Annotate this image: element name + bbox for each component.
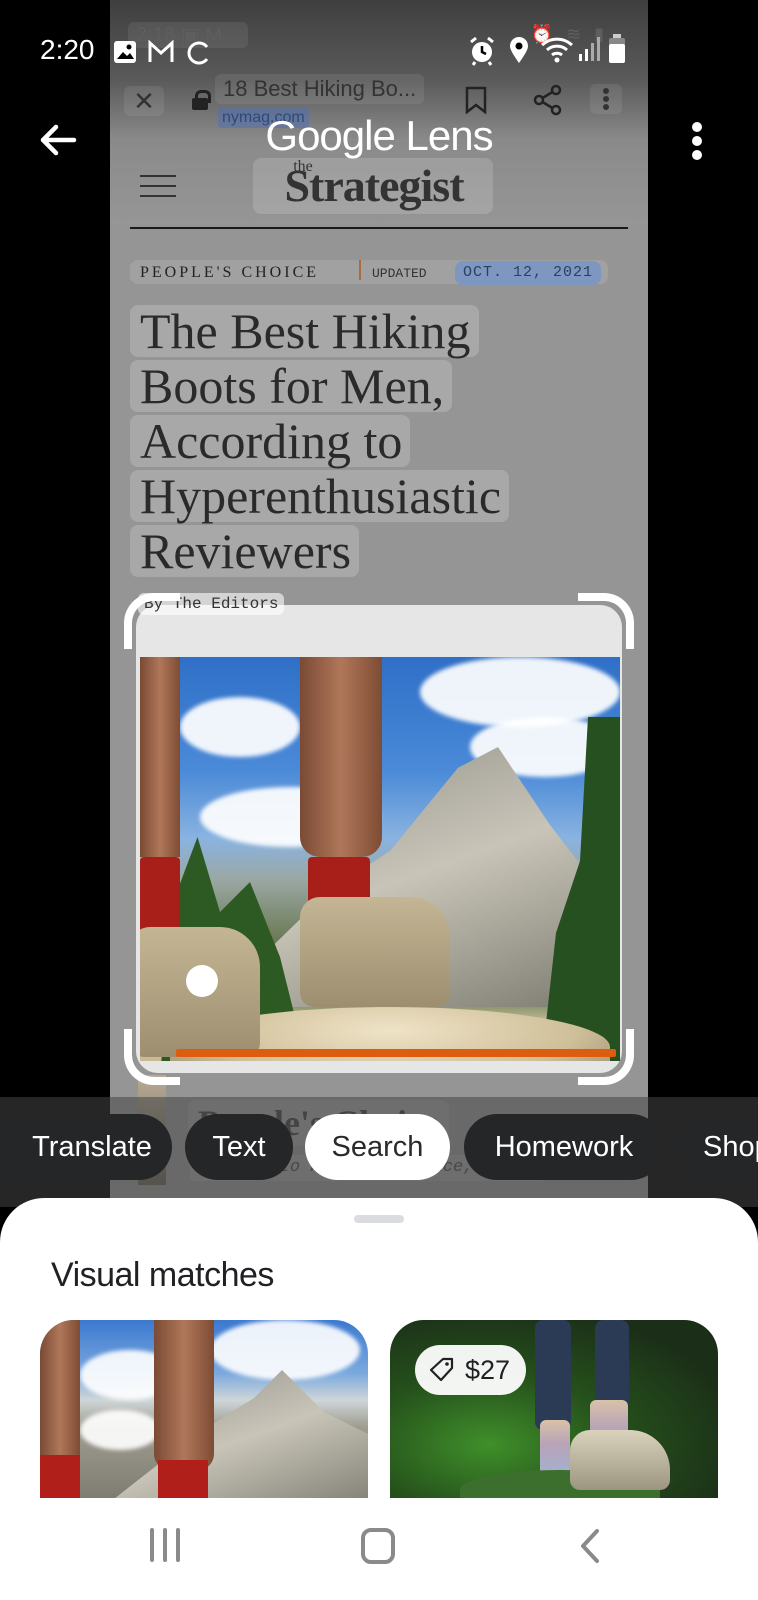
navigation-bar — [0, 1500, 758, 1600]
page-title: Google Lens — [265, 112, 493, 159]
captured-menu-icon[interactable] — [140, 175, 176, 197]
mode-chip-shopping[interactable]: Shopping — [677, 1114, 758, 1180]
mode-chip-homework[interactable]: Homework — [464, 1114, 664, 1180]
mode-chip-text[interactable]: Text — [185, 1114, 293, 1180]
home-icon[interactable] — [361, 1528, 395, 1564]
captured-lock-icon — [192, 90, 211, 110]
sheet-drag-handle[interactable] — [354, 1215, 404, 1223]
hero-photo-hiking-boots — [140, 657, 620, 1061]
captured-headline-line[interactable]: The Best Hiking — [130, 305, 479, 357]
mode-chip-search[interactable]: Search — [305, 1114, 450, 1180]
captured-updated-date[interactable]: OCT. 12, 2021 — [455, 261, 602, 285]
selection-handle-top-left[interactable] — [124, 593, 180, 649]
price-value: $27 — [465, 1354, 511, 1385]
recents-icon[interactable] — [150, 1528, 182, 1562]
status-bar: 2:20 — [0, 30, 758, 70]
price-tag-icon — [429, 1357, 454, 1382]
captured-bookmark-icon[interactable] — [465, 86, 487, 114]
mode-chip-translate[interactable]: Translate — [0, 1114, 172, 1180]
captured-rule — [130, 227, 628, 229]
wifi-icon — [540, 36, 574, 69]
battery-icon — [608, 34, 626, 69]
gmail-icon — [147, 39, 175, 69]
more-vert-icon — [692, 122, 702, 132]
captured-logo-the: the — [293, 158, 313, 175]
more-options-button[interactable] — [686, 122, 710, 162]
captured-headline: The Best Hiking Boots for Men, According… — [130, 305, 510, 580]
location-icon — [508, 36, 530, 69]
visual-matches-title: Visual matches — [51, 1256, 274, 1294]
signal-icon — [578, 36, 602, 67]
mode-chip-shopping-label: Shopping — [703, 1131, 758, 1163]
captured-kicker-separator — [359, 260, 361, 280]
selection-handle-bottom-left[interactable] — [124, 1029, 180, 1085]
captured-kicker: PEOPLE'S CHOICE — [140, 264, 320, 281]
captured-headline-line[interactable]: Hyperenthusiastic — [130, 470, 510, 522]
visual-match-card[interactable] — [40, 1320, 368, 1498]
captured-headline-line[interactable]: Reviewers — [130, 525, 360, 577]
status-time: 2:20 — [40, 34, 95, 65]
lens-selection-region[interactable]: By The Editors — [124, 593, 634, 1085]
object-dot-marker[interactable] — [186, 965, 218, 997]
visual-match-card[interactable]: $27 — [390, 1320, 718, 1498]
price-badge: $27 — [415, 1345, 527, 1395]
back-icon[interactable] — [578, 1528, 602, 1569]
captured-headline-line[interactable]: Boots for Men, — [130, 360, 453, 412]
selection-handle-top-right[interactable] — [578, 593, 634, 649]
alarm-icon — [468, 36, 496, 71]
captured-tab-title[interactable]: 18 Best Hiking Bo... — [215, 74, 425, 104]
selection-accent-bar — [176, 1049, 616, 1057]
captured-more-icon[interactable] — [590, 84, 622, 114]
image-icon — [113, 40, 137, 69]
captured-updated-label: UPDATED — [372, 266, 427, 281]
captured-headline-line[interactable]: According to — [130, 415, 411, 467]
sync-icon — [186, 40, 212, 71]
